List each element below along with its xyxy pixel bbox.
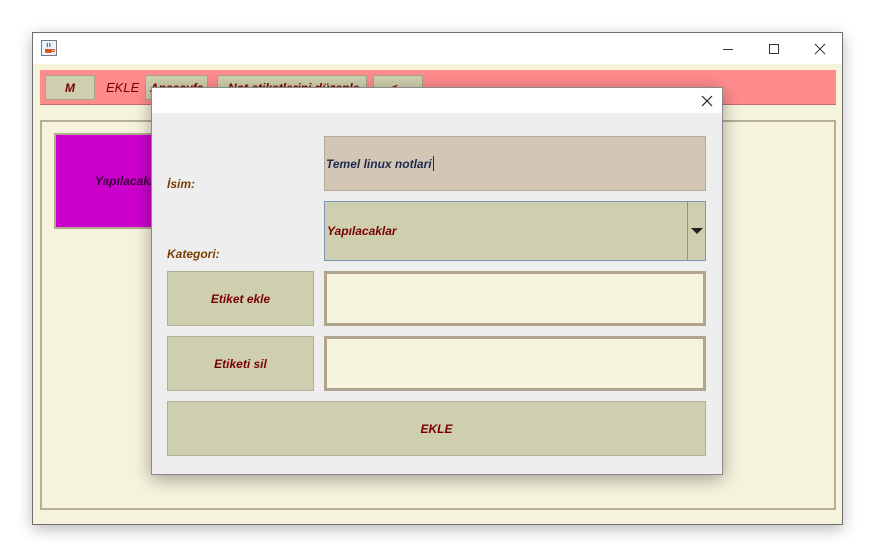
maximize-button[interactable]: [751, 33, 797, 64]
close-icon: [814, 43, 826, 54]
isim-label: İsim:: [167, 177, 196, 191]
remove-tag-input[interactable]: [324, 336, 706, 391]
dropdown-arrow-icon: [690, 228, 703, 234]
kategori-select[interactable]: Yapılacaklar: [324, 201, 706, 261]
add-tag-input[interactable]: [324, 271, 706, 326]
minimize-button[interactable]: [705, 33, 751, 64]
dropdown-button[interactable]: [687, 202, 705, 260]
dialog-title-bar[interactable]: [152, 88, 722, 113]
add-note-dialog: İsim: Temel linux notlari Kategori: Yapı…: [151, 87, 723, 475]
window-close-button[interactable]: [797, 33, 843, 64]
close-icon: [701, 95, 713, 106]
java-cup-icon: [41, 40, 57, 56]
m-button[interactable]: M: [45, 75, 95, 100]
remove-tag-button[interactable]: Etiketi sil: [167, 336, 314, 391]
minimize-icon: [723, 48, 733, 50]
add-tag-button[interactable]: Etiket ekle: [167, 271, 314, 326]
dialog-close-button[interactable]: [692, 88, 722, 113]
kategori-selected-value: Yapılacaklar: [327, 224, 397, 238]
isim-input[interactable]: Temel linux notlari: [324, 136, 706, 191]
kategori-label: Kategori:: [167, 247, 220, 261]
ekle-label: EKLE: [106, 80, 140, 95]
isim-value: Temel linux notlari: [326, 156, 432, 171]
maximize-icon: [769, 43, 779, 54]
title-bar[interactable]: [33, 33, 842, 64]
submit-ekle-button[interactable]: EKLE: [167, 401, 706, 456]
text-caret: [432, 156, 434, 171]
category-tile[interactable]: Yapılacaklar: [54, 133, 156, 229]
